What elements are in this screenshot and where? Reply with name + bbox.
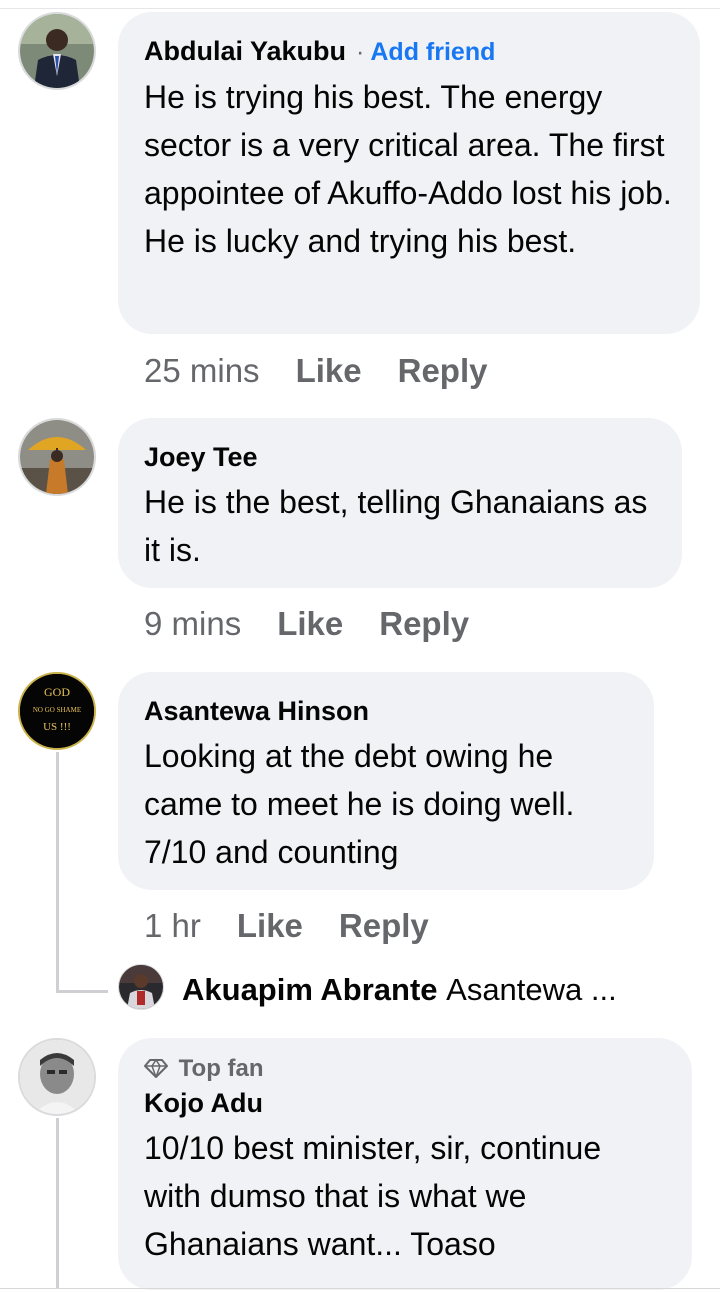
- like-button[interactable]: Like: [296, 352, 362, 389]
- comment-actions: 9 mins Like Reply: [144, 604, 469, 644]
- thread-line: [56, 752, 59, 992]
- thread-line: [56, 1118, 59, 1288]
- badge-label: Top fan: [178, 1055, 264, 1082]
- profile-photo-icon: [119, 965, 163, 1009]
- like-button[interactable]: Like: [237, 907, 303, 944]
- comment-bubble: Asantewa Hinson Looking at the debt owin…: [118, 672, 654, 890]
- comment-author[interactable]: Asantewa Hinson: [144, 694, 628, 728]
- top-divider: [0, 8, 720, 9]
- comment-bubble: Joey Tee He is the best, telling Ghanaia…: [118, 418, 682, 588]
- comment-text: 10/10 best minister, sir, continue with …: [144, 1130, 602, 1262]
- avatar-joey-tee[interactable]: [18, 418, 96, 496]
- add-friend-button[interactable]: Add friend: [370, 38, 495, 66]
- comment-actions: 25 mins Like Reply: [144, 351, 487, 391]
- avatar-text-line2: NO GO SHAME: [33, 706, 81, 714]
- comment-author[interactable]: Kojo Adu: [144, 1086, 666, 1120]
- profile-photo-icon: [20, 14, 94, 88]
- comment-author[interactable]: Joey Tee: [144, 440, 656, 474]
- comment-actions: 1 hr Like Reply: [144, 906, 429, 946]
- separator-dot: ·: [356, 38, 365, 66]
- reply-author[interactable]: Akuapim Abrante: [182, 972, 438, 1007]
- like-button[interactable]: Like: [277, 605, 343, 642]
- profile-photo-icon: [20, 420, 94, 494]
- comment-author[interactable]: Abdulai Yakubu: [144, 36, 346, 66]
- avatar-text-line1: GOD: [44, 685, 70, 699]
- bottom-divider: [0, 1288, 720, 1289]
- thread-connector: [56, 990, 108, 993]
- comment-text: Looking at the debt owing he came to mee…: [144, 738, 575, 870]
- avatar-akuapim-abrante[interactable]: [118, 964, 164, 1010]
- reply-button[interactable]: Reply: [379, 605, 469, 642]
- avatar-text-line3: US !!!: [43, 721, 71, 733]
- reply-button[interactable]: Reply: [339, 907, 429, 944]
- avatar-asantewa-hinson[interactable]: GOD NO GO SHAME US !!!: [18, 672, 96, 750]
- reply-snippet: Asantewa ...: [446, 972, 617, 1007]
- top-fan-badge: Top fan: [144, 1054, 666, 1084]
- comment-time[interactable]: 25 mins: [144, 352, 260, 389]
- god-no-go-shame-us-logo: GOD NO GO SHAME US !!!: [20, 674, 94, 748]
- comment-author-row: Abdulai Yakubu · Add friend: [144, 34, 674, 69]
- comment-bubble: Abdulai Yakubu · Add friend He is trying h…: [118, 12, 700, 334]
- avatar-abdulai-yakubu[interactable]: [18, 12, 96, 90]
- reply-button[interactable]: Reply: [398, 352, 488, 389]
- comment-text: He is the best, telling Ghanaians as it …: [144, 484, 648, 568]
- profile-photo-icon: [20, 1040, 94, 1114]
- comment-text: He is trying his best. The energy sector…: [144, 79, 672, 259]
- comment-time[interactable]: 9 mins: [144, 605, 241, 642]
- diamond-icon: [144, 1055, 175, 1082]
- avatar-kojo-adu[interactable]: [18, 1038, 96, 1116]
- reply-preview-text[interactable]: Akuapim Abrante Asantewa ...: [182, 972, 617, 1008]
- comment-bubble: Top fan Kojo Adu 10/10 best minister, si…: [118, 1038, 692, 1290]
- comment-time[interactable]: 1 hr: [144, 907, 201, 944]
